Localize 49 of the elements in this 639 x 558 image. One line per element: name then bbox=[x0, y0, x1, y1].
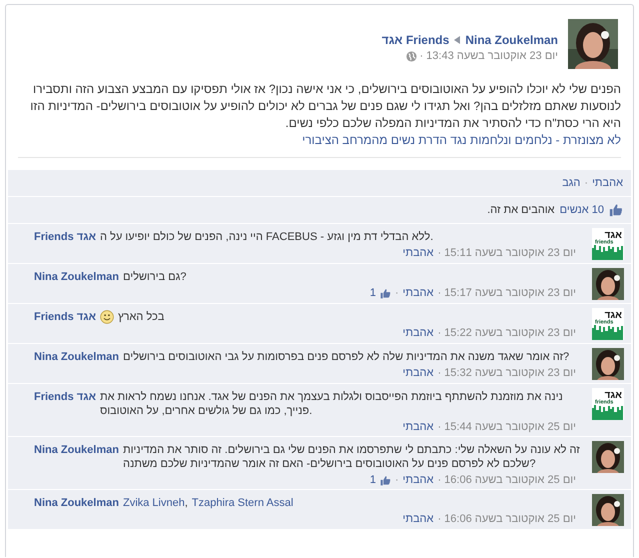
comment-author[interactable]: Nina Zoukelman bbox=[34, 270, 119, 284]
comment-text: בכל הארץ bbox=[118, 310, 166, 324]
comment-time[interactable]: יום 25 אוקטובר בשעה 16:06 · bbox=[438, 474, 576, 486]
thumbs-up-icon bbox=[609, 203, 623, 217]
like-link[interactable]: אהבתי bbox=[402, 367, 434, 379]
separator-dot: · bbox=[584, 177, 588, 189]
arrow-icon bbox=[454, 36, 460, 44]
like-link[interactable]: אהבתי bbox=[402, 247, 434, 259]
comment-author[interactable]: Friends אגד bbox=[34, 230, 96, 244]
comment-author[interactable]: Friends אגד bbox=[34, 390, 96, 404]
comment-time[interactable]: יום 23 אוקטובר בשעה 15:22 · bbox=[438, 327, 576, 339]
comment-text: נינה את מוזמנת להשתתף ביוזמת הפייסבוס ולגלות בעצמך את הפנים של אגד. אנחנו נשמח לראות את פנייך, כמו גם של גולשים אחרים, על האוטובוס. bbox=[100, 390, 564, 418]
post-text: הפנים שלי לא יוכלו להופיע על האוטובוסים בירושלים, כי אני אישה נכון? אז אולי תפסיקו עם המבצע הצבוע הזה ותסבירו לנוסעות שאתם מזלזלים בהן? ואל תגידו לי שגם פנים של גברים לא יכולים להופיע על אוטובוסים בירושלים- המדיניות הזו היא הרי כסת"ח כדי להסתיר את המדיניות המפלה שלכם כלפי נשים. לא מצונזרת - נלחמים ונלחמות נגד הדרת נשים מהמרחב הציבורי bbox=[18, 81, 621, 158]
comment-time[interactable]: יום 23 אוקטובר בשעה 15:11 · bbox=[438, 247, 576, 259]
separator-dot: · bbox=[394, 474, 399, 486]
page-link[interactable]: לא מצונזרת - נלחמים ונלחמות נגד הדרת נשים מהמרחב הציבורי bbox=[302, 133, 621, 147]
thumbs-up-icon bbox=[380, 288, 391, 298]
comment-text: גם בירושלים? bbox=[122, 270, 188, 284]
globe-icon bbox=[406, 50, 417, 62]
comment-link[interactable]: הגב bbox=[562, 177, 580, 189]
like-link[interactable]: אהבתי bbox=[402, 474, 434, 486]
comment-author[interactable]: Friends אגד bbox=[34, 310, 96, 324]
thumbs-up-icon bbox=[380, 474, 391, 486]
comment-text: זה אומר שאגד משנה את המדיניות שלה לא לפרסם פנים בפרסומות על גבי האוטובוסים בירושלים? bbox=[122, 350, 570, 364]
comment-time[interactable]: יום 25 אוקטובר בשעה 15:44 · bbox=[438, 421, 576, 433]
post-time[interactable]: יום 23 אוקטובר בשעה 13:43 · bbox=[420, 50, 558, 62]
tagged-name[interactable]: Zvika Livneh bbox=[122, 496, 185, 510]
comment-time[interactable]: יום 23 אוקטובר בשעה 15:17 · bbox=[438, 287, 576, 299]
comment-time[interactable]: יום 23 אוקטובר בשעה 15:32 · bbox=[438, 367, 576, 379]
tagged-name[interactable]: Tzaphira Stern Assal bbox=[192, 496, 294, 510]
separator-dot: · bbox=[394, 287, 399, 299]
comment-author[interactable]: Nina Zoukelman bbox=[34, 443, 119, 457]
comment-author[interactable]: Nina Zoukelman bbox=[34, 350, 119, 364]
author-link[interactable]: Nina Zoukelman bbox=[465, 33, 558, 47]
like-link[interactable]: אהבתי bbox=[402, 513, 434, 525]
comment-text: זה לא עונה על השאלה שלי: כתבתם לי שתפרסמו את הפנים שלי גם בירושלים. זה סותר את המדיניות שלכם לא לפרסם פנים על האוטובוסים בירושלים- האם זה אומר שהמדיניות שלכם משתנה? bbox=[122, 443, 581, 471]
like-count[interactable]: 1 bbox=[370, 474, 376, 486]
like-link[interactable]: אהבתי bbox=[402, 287, 434, 299]
like-count[interactable]: 1 bbox=[370, 287, 376, 299]
like-link[interactable]: אהבתי bbox=[592, 177, 623, 189]
comment-text: היי נינה, הפנים של כולם יופיעו על ה FACEBUS - ללא הבדלי דת מין וגזע. bbox=[100, 230, 434, 244]
like-link[interactable]: אהבתי bbox=[402, 327, 434, 339]
likes-text: אוהבים את זה. bbox=[487, 204, 555, 216]
likers-link[interactable]: 10 אנשים bbox=[560, 204, 604, 216]
like-link[interactable]: אהבתי bbox=[402, 421, 434, 433]
comment-time[interactable]: יום 25 אוקטובר בשעה 16:06 · bbox=[438, 513, 576, 525]
tag-separator: , bbox=[184, 496, 188, 510]
page-link[interactable]: Friends אגד bbox=[382, 33, 450, 47]
comment-author[interactable]: Nina Zoukelman bbox=[34, 496, 119, 510]
